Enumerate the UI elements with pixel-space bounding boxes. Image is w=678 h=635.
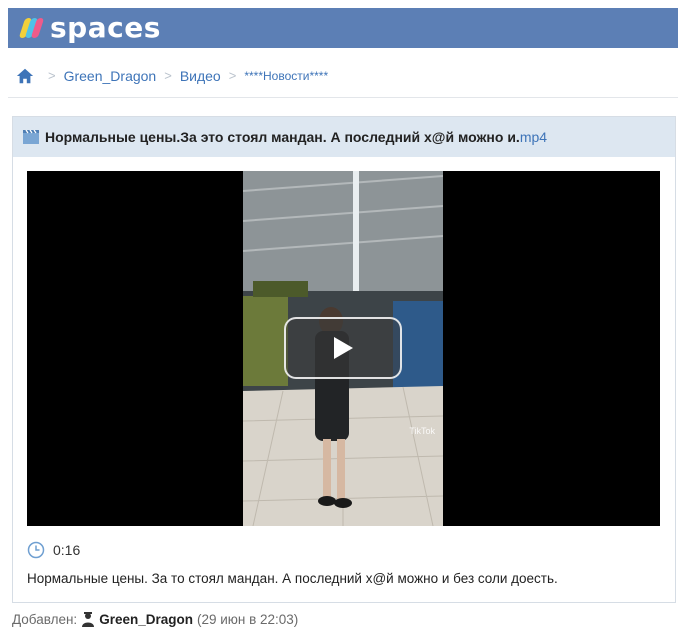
- breadcrumb: > Green_Dragon > Видео > ****Новости****: [8, 54, 678, 98]
- clock-icon: [27, 541, 45, 559]
- video-duration: 0:16: [27, 541, 80, 559]
- added-label: Добавлен:: [12, 612, 78, 627]
- duration-text: 0:16: [53, 542, 81, 558]
- breadcrumb-user[interactable]: Green_Dragon: [64, 68, 157, 84]
- chevron-right-icon: >: [228, 68, 237, 83]
- video-title-bar: Нормальные цены.За это стоял мандан. А п…: [13, 117, 675, 157]
- video-extension: mp4: [519, 129, 548, 145]
- play-button[interactable]: [284, 317, 402, 379]
- spaces-logo-icon[interactable]: [18, 17, 46, 39]
- chevron-right-icon: >: [164, 68, 172, 83]
- play-icon: [334, 337, 353, 359]
- video-card: Нормальные цены.За это стоял мандан. А п…: [12, 116, 676, 603]
- video-title: Нормальные цены.За это стоял мандан. А п…: [45, 129, 520, 145]
- added-date: (29 июн в 22:03): [196, 612, 299, 627]
- site-header: spaces: [8, 8, 678, 48]
- breadcrumb-video[interactable]: Видео: [180, 68, 221, 84]
- home-icon[interactable]: [16, 67, 34, 85]
- logo-text[interactable]: spaces: [50, 14, 161, 42]
- video-description: Нормальные цены. За то стоял мандан. А п…: [27, 571, 558, 586]
- video-player[interactable]: TikTok: [27, 171, 660, 526]
- user-icon: [82, 612, 95, 627]
- author-link[interactable]: Green_Dragon: [99, 612, 193, 627]
- breadcrumb-folder[interactable]: ****Новости****: [244, 69, 328, 83]
- added-info: Добавлен: Green_Dragon (29 июн в 22:03): [12, 612, 298, 627]
- film-icon: [23, 130, 39, 144]
- chevron-right-icon: >: [48, 68, 56, 83]
- tiktok-watermark: TikTok: [409, 426, 435, 436]
